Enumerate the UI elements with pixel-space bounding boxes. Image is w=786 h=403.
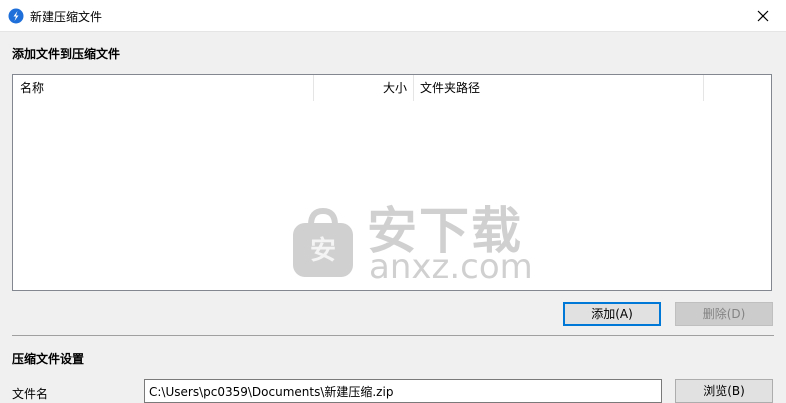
add-button[interactable]: 添加(A) (563, 302, 661, 326)
window-title: 新建压缩文件 (30, 10, 103, 24)
watermark-domain: anxz.com (369, 247, 533, 287)
add-files-section-title: 添加文件到压缩文件 (12, 47, 121, 61)
archive-settings-section-title: 压缩文件设置 (12, 352, 85, 366)
list-header: 名称 大小 文件夹路径 (13, 75, 771, 101)
column-header-path[interactable]: 文件夹路径 (414, 75, 704, 101)
watermark: 安 安下载 anxz.com (285, 202, 535, 290)
close-button[interactable] (740, 0, 786, 31)
browse-button[interactable]: 浏览(B) (675, 379, 773, 403)
shopping-bag-logo-icon: 安 (293, 207, 353, 277)
column-header-size[interactable]: 大小 (314, 75, 414, 101)
filename-input[interactable] (144, 379, 662, 403)
column-header-name[interactable]: 名称 (13, 75, 314, 101)
watermark-logo-char: 安 (310, 236, 336, 266)
title-bar: 新建压缩文件 (0, 0, 786, 32)
delete-button[interactable]: 删除(D) (675, 302, 773, 326)
column-header-filler (704, 75, 771, 101)
file-list[interactable]: 名称 大小 文件夹路径 安 安下载 anxz.com (12, 74, 772, 291)
close-icon (757, 10, 769, 21)
app-icon (8, 8, 24, 24)
section-divider (12, 335, 774, 336)
